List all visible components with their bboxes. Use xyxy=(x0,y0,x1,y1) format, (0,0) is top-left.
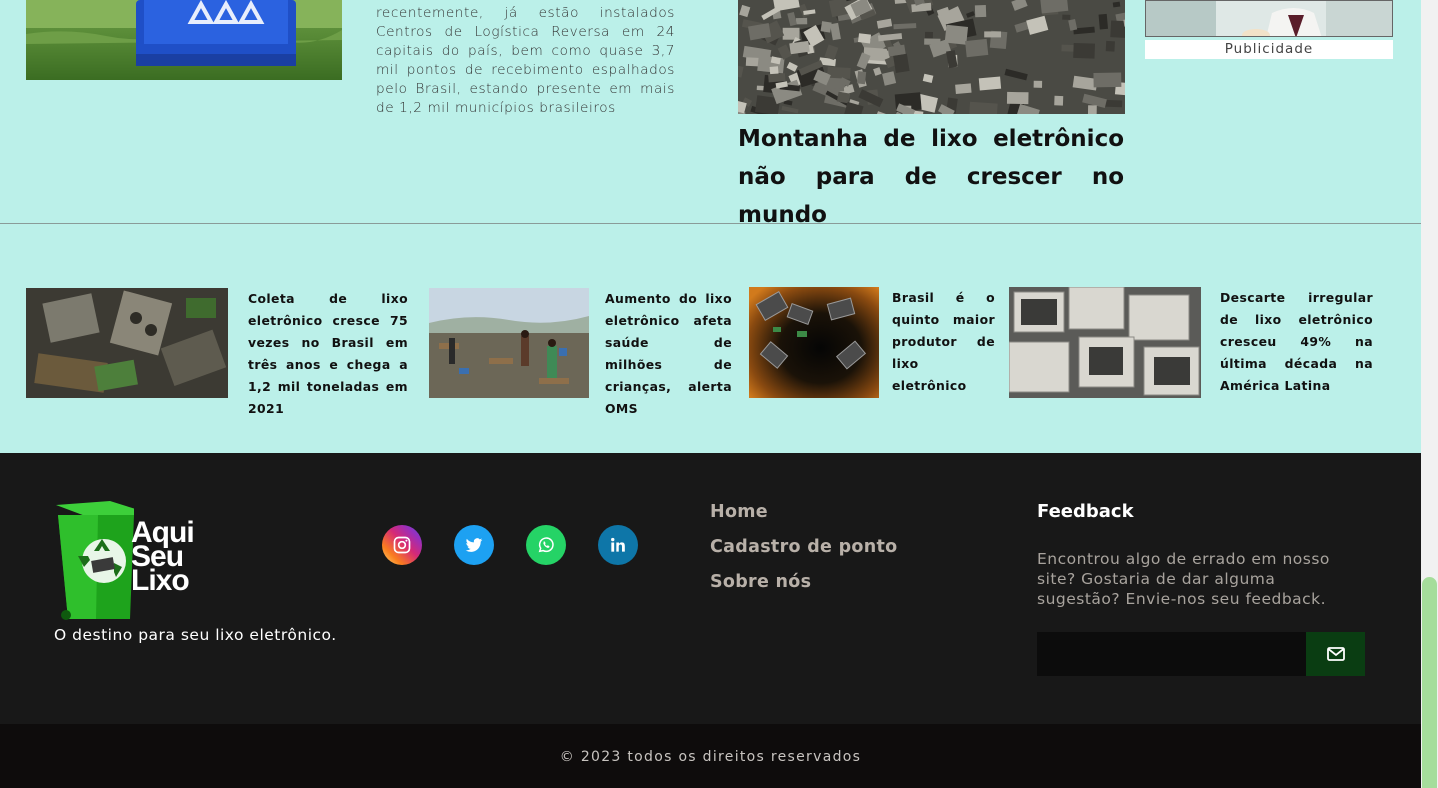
recycle-bin-image[interactable] xyxy=(26,0,342,80)
feedback-title: Feedback xyxy=(1037,501,1134,522)
whatsapp-icon xyxy=(538,537,554,553)
footer-nav: Home Cadastro de ponto Sobre nós xyxy=(710,501,898,606)
featured-headline[interactable]: Montanha de lixo eletrônico não para de … xyxy=(738,120,1124,234)
ewaste-mountain-image[interactable] xyxy=(738,0,1125,114)
scrollbar-thumb[interactable] xyxy=(1422,577,1437,788)
page-viewport: recentemente, já estão instalados Centro… xyxy=(0,0,1421,788)
news-title-4[interactable]: Descarte irregular de lixo eletrônico cr… xyxy=(1220,287,1373,397)
news-thumbnail-3[interactable] xyxy=(749,287,879,398)
news-title-1[interactable]: Coleta de lixo eletrônico cresce 75 veze… xyxy=(248,288,408,420)
linkedin-icon xyxy=(611,537,625,552)
footer-link-sobre[interactable]: Sobre nós xyxy=(710,571,898,606)
news-title-3[interactable]: Brasil é o quinto maior produtor de lixo… xyxy=(892,287,995,397)
logo-wordmark: Aqui Seu Lixo xyxy=(131,516,195,597)
advertisement-image[interactable] xyxy=(1145,0,1393,37)
envelope-icon xyxy=(1326,647,1345,661)
instagram-button[interactable] xyxy=(382,525,422,565)
twitter-icon xyxy=(465,538,483,552)
news-title-2[interactable]: Aumento do lixo eletrônico afeta saúde d… xyxy=(605,288,732,420)
instagram-icon xyxy=(393,536,411,554)
feedback-description: Encontrou algo de errado em nosso site? … xyxy=(1037,550,1330,608)
article-snippet: recentemente, já estão instalados Centro… xyxy=(376,5,675,116)
footer-link-home[interactable]: Home xyxy=(710,501,898,536)
news-thumbnail-1[interactable] xyxy=(26,288,228,398)
copyright-bar: © 2023 todos os direitos reservados xyxy=(0,724,1421,788)
site-footer: Aqui Seu Lixo O destino para seu lixo el… xyxy=(0,453,1421,724)
featured-section: recentemente, já estão instalados Centro… xyxy=(0,0,1421,228)
news-thumbnail-2[interactable] xyxy=(429,288,589,398)
advertisement-label: Publicidade xyxy=(1145,40,1393,59)
green-bin-logo-icon xyxy=(56,501,134,620)
twitter-button[interactable] xyxy=(454,525,494,565)
page-scrollbar[interactable] xyxy=(1421,0,1438,788)
feedback-input[interactable] xyxy=(1037,632,1306,676)
footer-tagline: O destino para seu lixo eletrônico. xyxy=(54,626,337,644)
news-section: Coleta de lixo eletrônico cresce 75 veze… xyxy=(0,224,1421,453)
whatsapp-button[interactable] xyxy=(526,525,566,565)
site-logo[interactable]: Aqui Seu Lixo xyxy=(54,501,214,621)
linkedin-button[interactable] xyxy=(598,525,638,565)
footer-link-cadastro[interactable]: Cadastro de ponto xyxy=(710,536,898,571)
news-thumbnail-4[interactable] xyxy=(1009,287,1201,398)
feedback-send-button[interactable] xyxy=(1306,632,1365,676)
